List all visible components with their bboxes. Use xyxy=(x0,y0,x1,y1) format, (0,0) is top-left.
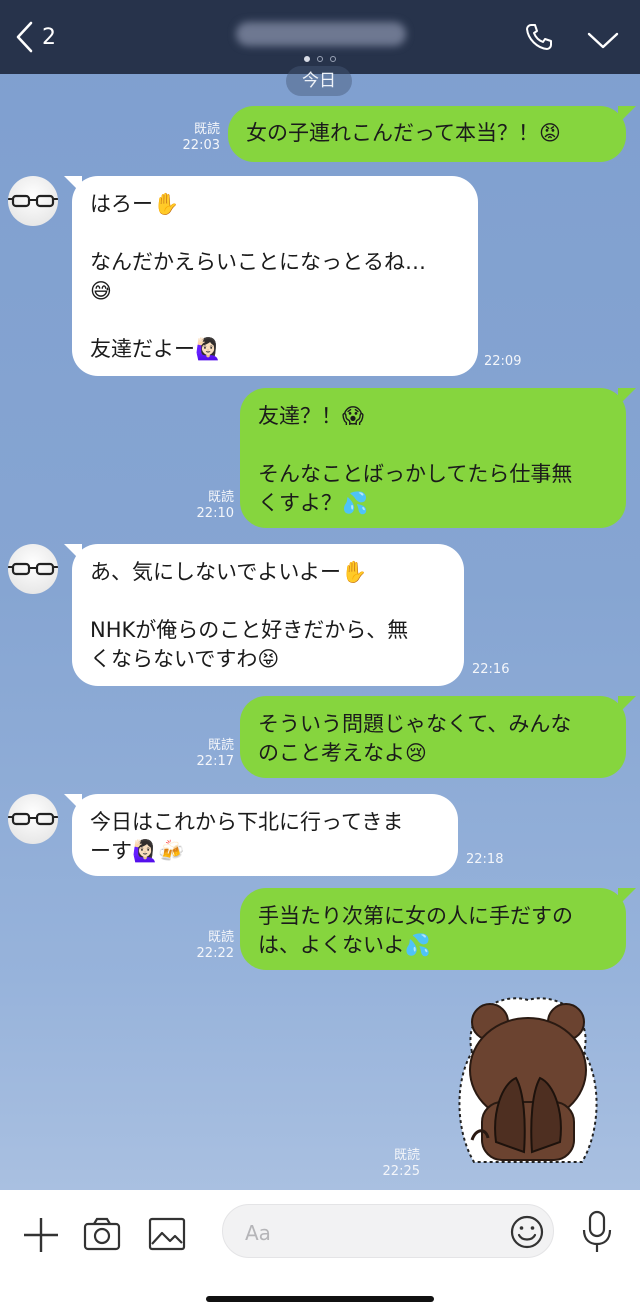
message-line: 手当たり次第に女の人に手だすの xyxy=(258,904,573,928)
message-line: そういう問題じゃなくて、みんな xyxy=(258,712,572,736)
message-time: 22:09 xyxy=(484,354,522,369)
message-line: はろー✋ xyxy=(90,192,180,216)
emoji-icon[interactable] xyxy=(509,1214,545,1250)
message-time: 22:03 xyxy=(182,138,220,153)
chevron-down-icon[interactable] xyxy=(586,30,620,50)
message-line xyxy=(90,306,460,335)
back-button[interactable]: 2 xyxy=(14,20,56,54)
page-dot xyxy=(330,56,336,62)
read-receipt: 既読 xyxy=(193,122,220,137)
message-meta: 22:16 xyxy=(472,662,522,678)
message-line: くすよ？💦 xyxy=(258,491,369,515)
message-line: のこと考えなよ😢 xyxy=(258,741,427,765)
message-bubble-outgoing[interactable]: 女の子連れこんだって本当？！😡 xyxy=(228,106,626,162)
bubble-tail xyxy=(618,696,636,714)
message-line: 友達？！😱 xyxy=(258,404,364,428)
brown-bear-covering-face-sticker[interactable] xyxy=(452,992,604,1172)
avatar[interactable] xyxy=(8,794,58,844)
bubble-tail xyxy=(618,888,636,906)
message-line: そんなことばっかしてたら仕事無 xyxy=(258,462,573,486)
phone-icon[interactable] xyxy=(524,22,554,52)
message-time: 22:25 xyxy=(382,1164,420,1179)
date-separator: 今日 xyxy=(286,66,352,96)
message-meta: 22:09 xyxy=(484,354,534,370)
message-bubble-incoming[interactable]: はろー✋ なんだかえらいことになっとるね… 😅 友達だよー🙋🏻‍♀️ xyxy=(72,176,478,376)
message-line xyxy=(90,219,460,248)
message-line: 😅 xyxy=(90,279,112,303)
read-receipt: 既読 xyxy=(207,490,234,505)
message-line: 今日はこれから下北に行ってきま xyxy=(90,810,404,834)
message-line xyxy=(258,431,608,460)
glasses-icon xyxy=(8,562,58,576)
message-meta: 既読 22:17 xyxy=(184,738,234,770)
message-time: 22:16 xyxy=(472,662,510,677)
message-bubble-outgoing[interactable]: 友達？！😱 そんなことばっかしてたら仕事無 くすよ？💦 xyxy=(240,388,626,528)
message-bubble-incoming[interactable]: 今日はこれから下北に行ってきま ーす🙋🏻‍♀️🍻 xyxy=(72,794,458,876)
message-line: 女の子連れこんだって本当？！😡 xyxy=(246,121,561,145)
plus-icon[interactable] xyxy=(22,1216,60,1254)
message-time: 22:22 xyxy=(196,946,234,961)
message-time: 22:10 xyxy=(196,506,234,521)
image-icon[interactable] xyxy=(148,1216,186,1252)
message-line: 友達だよー🙋🏻‍♀️ xyxy=(90,337,222,361)
message-meta: 既読 22:25 xyxy=(370,1148,420,1180)
read-receipt: 既読 xyxy=(207,930,234,945)
chat-header: 2 xyxy=(0,0,640,74)
message-line: は、よくないよ💦 xyxy=(258,933,431,957)
chat-area[interactable]: 2 今日 既読 22:03 女の子連れこんだって本当？！😡 はろー✋ なんだかえ… xyxy=(0,0,640,1190)
message-line: NHKが俺らのこと好きだから、無 xyxy=(90,618,409,642)
chat-title-redacted xyxy=(236,22,406,46)
message-meta: 既読 22:03 xyxy=(170,122,220,154)
bubble-tail xyxy=(618,388,636,406)
glasses-icon xyxy=(8,194,58,208)
read-receipt: 既読 xyxy=(393,1148,420,1163)
page-indicator xyxy=(304,56,336,62)
message-line: くならないですわ😝 xyxy=(90,647,280,671)
back-chevron-icon xyxy=(16,21,33,53)
avatar[interactable] xyxy=(8,176,58,226)
read-receipt: 既読 xyxy=(207,738,234,753)
avatar[interactable] xyxy=(8,544,58,594)
message-line xyxy=(90,587,446,616)
message-meta: 既読 22:10 xyxy=(184,490,234,522)
message-bubble-outgoing[interactable]: 手当たり次第に女の人に手だすの は、よくないよ💦 xyxy=(240,888,626,970)
message-input[interactable] xyxy=(243,1218,507,1248)
home-indicator xyxy=(206,1296,434,1302)
message-meta: 22:18 xyxy=(466,852,516,868)
message-bubble-incoming[interactable]: あ、気にしないでよいよー✋ NHKが俺らのこと好きだから、無 くならないですわ😝 xyxy=(72,544,464,686)
camera-icon[interactable] xyxy=(82,1216,122,1252)
message-time: 22:17 xyxy=(196,754,234,769)
message-input-box[interactable] xyxy=(222,1204,554,1258)
bubble-tail xyxy=(618,106,636,124)
message-time: 22:18 xyxy=(466,852,504,867)
page-dot xyxy=(304,56,310,62)
message-bubble-outgoing[interactable]: そういう問題じゃなくて、みんな のこと考えなよ😢 xyxy=(240,696,626,778)
message-line: あ、気にしないでよいよー✋ xyxy=(90,560,368,584)
message-line: なんだかえらいことになっとるね… xyxy=(90,250,426,274)
message-line: ーす🙋🏻‍♀️🍻 xyxy=(90,839,185,863)
unread-count: 2 xyxy=(42,24,56,50)
message-meta: 既読 22:22 xyxy=(184,930,234,962)
microphone-icon[interactable] xyxy=(580,1210,614,1254)
glasses-icon xyxy=(8,812,58,826)
page-dot xyxy=(317,56,323,62)
